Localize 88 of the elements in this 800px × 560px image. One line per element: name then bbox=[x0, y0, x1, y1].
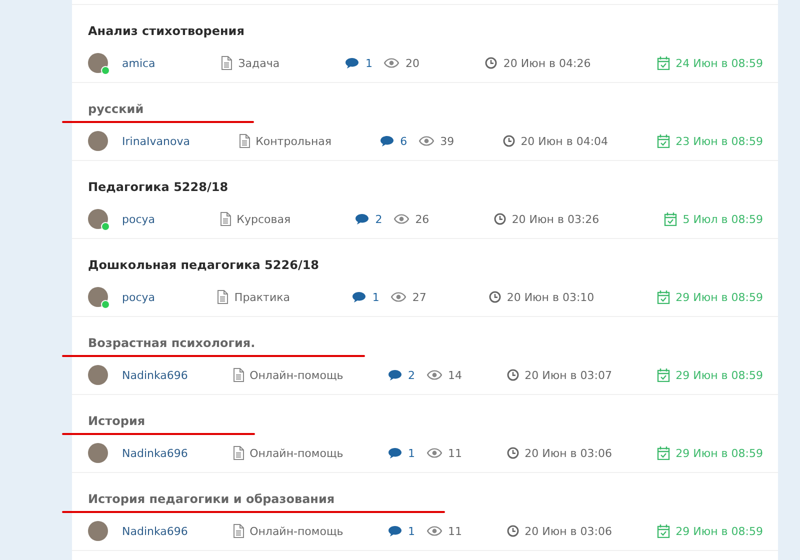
avatar-placeholder bbox=[88, 365, 108, 385]
author-link[interactable]: Nadinka696 bbox=[122, 446, 188, 460]
task-title-link[interactable]: Дошкольная педагогика 5226/18 bbox=[88, 258, 320, 272]
clock-icon bbox=[506, 525, 519, 537]
created-date: 20 Июн в 03:06 bbox=[524, 446, 612, 460]
deadline-date: 29 Июн в 08:59 bbox=[676, 368, 763, 382]
clock-icon bbox=[502, 135, 515, 147]
comment-count: 2 bbox=[375, 212, 382, 226]
view-count: 11 bbox=[448, 524, 462, 538]
calendar-check-icon bbox=[656, 524, 670, 538]
created-date: 20 Июн в 04:26 bbox=[503, 56, 591, 70]
task-title-link[interactable]: русский bbox=[88, 102, 144, 116]
task-title-link[interactable]: Анализ стихотворения bbox=[88, 24, 244, 38]
comment-count: 1 bbox=[408, 524, 415, 538]
comment-icon bbox=[388, 447, 402, 459]
task-type: Онлайн-помощь bbox=[250, 524, 344, 538]
view-count: 26 bbox=[415, 212, 430, 226]
view-count: 11 bbox=[448, 446, 462, 460]
deadline-date: 29 Июн в 08:59 bbox=[676, 524, 763, 538]
eye-icon bbox=[426, 370, 442, 380]
clock-icon bbox=[485, 57, 498, 69]
created-date: 20 Июн в 04:04 bbox=[520, 134, 608, 148]
calendar-check-icon bbox=[656, 134, 670, 148]
deadline-date: 5 Июл в 08:59 bbox=[682, 212, 763, 226]
view-count: 20 bbox=[405, 56, 420, 70]
author-link[interactable]: amica bbox=[122, 56, 156, 70]
clock-icon bbox=[494, 213, 506, 225]
deadline-date: 24 Июн в 08:59 bbox=[676, 56, 763, 70]
eye-icon bbox=[384, 58, 400, 68]
clock-icon bbox=[506, 369, 519, 381]
document-icon bbox=[217, 290, 228, 304]
calendar-check-icon bbox=[656, 368, 670, 382]
eye-icon bbox=[391, 292, 406, 302]
comment-icon bbox=[388, 369, 402, 381]
comment-icon bbox=[380, 135, 394, 147]
document-icon bbox=[238, 134, 250, 148]
calendar-check-icon bbox=[664, 212, 677, 226]
document-icon bbox=[221, 56, 232, 70]
eye-icon bbox=[419, 136, 434, 146]
comment-icon bbox=[345, 57, 360, 69]
deadline-date: 23 Июн в 08:59 bbox=[676, 134, 763, 148]
task-type: Онлайн-помощь bbox=[250, 446, 344, 460]
avatar-placeholder bbox=[88, 521, 108, 541]
clock-icon bbox=[488, 291, 501, 303]
comment-count: 1 bbox=[408, 446, 415, 460]
task-type: Практика bbox=[234, 290, 290, 304]
calendar-check-icon bbox=[656, 446, 670, 460]
author-link[interactable]: pocya bbox=[122, 290, 156, 304]
task-title-link[interactable]: История педагогики и образования bbox=[88, 492, 335, 506]
view-count: 14 bbox=[448, 368, 462, 382]
created-date: 20 Июн в 03:10 bbox=[506, 290, 594, 304]
view-count: 27 bbox=[412, 290, 426, 304]
avatar-placeholder bbox=[88, 443, 108, 463]
calendar-check-icon bbox=[656, 290, 670, 304]
document-icon bbox=[232, 446, 244, 460]
author-link[interactable]: Nadinka696 bbox=[122, 368, 188, 382]
avatar-placeholder bbox=[88, 131, 108, 151]
comment-icon bbox=[388, 525, 402, 537]
comment-count: 1 bbox=[365, 56, 372, 70]
eye-icon bbox=[394, 214, 410, 224]
document-icon bbox=[232, 524, 244, 538]
view-count: 39 bbox=[440, 134, 454, 148]
author-link[interactable]: IrinaIvanova bbox=[122, 134, 190, 148]
clock-icon bbox=[506, 447, 519, 459]
comment-count: 2 bbox=[408, 368, 415, 382]
comment-icon bbox=[355, 213, 370, 225]
comment-count: 1 bbox=[372, 290, 380, 304]
task-type: Курсовая bbox=[236, 212, 291, 226]
created-date: 20 Июн в 03:06 bbox=[524, 524, 612, 538]
author-link[interactable]: pocya bbox=[122, 212, 156, 226]
deadline-date: 29 Июн в 08:59 bbox=[676, 290, 763, 304]
document-icon bbox=[232, 368, 244, 382]
created-date: 20 Июн в 03:07 bbox=[524, 368, 612, 382]
document-icon bbox=[220, 212, 231, 226]
comment-icon bbox=[352, 291, 366, 303]
task-title-link[interactable]: Возрастная психология. bbox=[88, 336, 256, 350]
comment-count: 6 bbox=[400, 134, 408, 148]
author-link[interactable]: Nadinka696 bbox=[122, 524, 188, 538]
eye-icon bbox=[426, 526, 442, 536]
eye-icon bbox=[426, 448, 442, 458]
task-title-link[interactable]: История bbox=[88, 414, 146, 428]
task-title-link[interactable]: Педагогика 5228/18 bbox=[88, 180, 228, 194]
deadline-date: 29 Июн в 08:59 bbox=[676, 446, 763, 460]
task-type: Задача bbox=[238, 56, 280, 70]
task-type: Онлайн-помощь bbox=[250, 368, 344, 382]
created-date: 20 Июн в 03:26 bbox=[512, 212, 600, 226]
task-type: Контрольная bbox=[256, 134, 332, 148]
calendar-check-icon bbox=[656, 56, 670, 70]
